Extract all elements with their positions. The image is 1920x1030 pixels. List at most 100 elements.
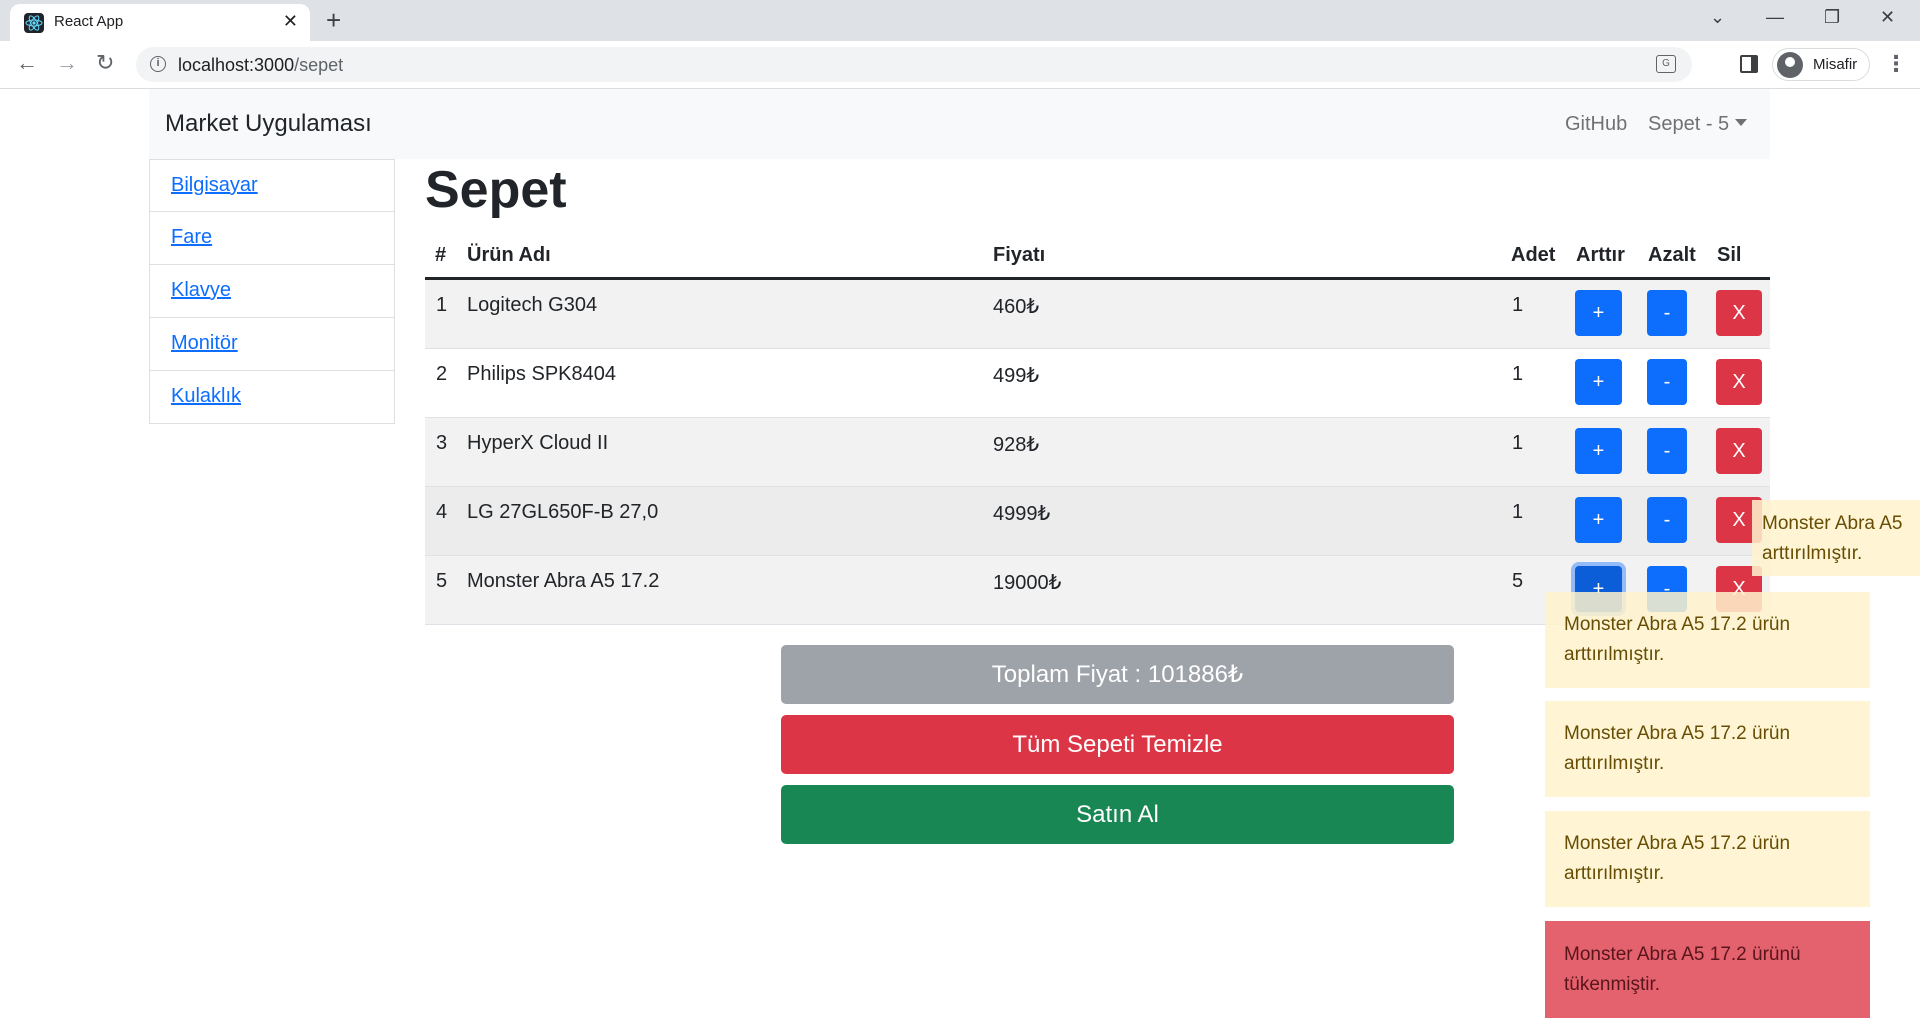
total-price-button[interactable]: Toplam Fiyat : 101886₺ — [781, 645, 1454, 704]
react-logo-icon — [24, 13, 44, 33]
toast-line: Monster Abra A5 — [1762, 513, 1903, 534]
minimize-icon[interactable]: — — [1766, 7, 1784, 28]
category-item[interactable]: Fare — [149, 212, 395, 265]
decrease-button[interactable]: - — [1647, 290, 1687, 336]
url-text: localhost:3000/sepet — [178, 55, 344, 75]
delete-button[interactable]: X — [1716, 359, 1762, 405]
product-qty: 5 — [1512, 570, 1524, 592]
product-price: 19000₺ — [993, 572, 1062, 594]
toast-line: arttırılmıştır. — [1564, 753, 1665, 774]
product-name: HyperX Cloud II — [467, 432, 609, 454]
product-name: Logitech G304 — [467, 294, 598, 316]
product-name: Philips SPK8404 — [467, 363, 616, 385]
nav-link-github[interactable]: GitHub — [1565, 113, 1627, 136]
profile-button[interactable]: Misafir — [1772, 48, 1870, 81]
toast-line: Monster Abra A5 17.2 ürünü — [1564, 944, 1801, 965]
toast-notification: Monster Abra A5 17.2 ürün arttırılmıştır… — [1545, 701, 1870, 797]
category-list: Bilgisayar Fare Klavye Monitör Kulaklık — [149, 159, 395, 424]
increase-button[interactable]: + — [1575, 428, 1622, 474]
increase-button[interactable]: + — [1575, 290, 1622, 336]
category-item[interactable]: Klavye — [149, 265, 395, 318]
close-window-icon[interactable]: ✕ — [1880, 7, 1895, 28]
address-bar[interactable]: i localhost:3000/sepet G — [136, 47, 1692, 82]
browser-tab-bar: React App ✕ + ⌄ — ❐ ✕ — [0, 0, 1920, 41]
category-item[interactable]: Bilgisayar — [149, 159, 395, 212]
row-num: 5 — [436, 570, 448, 592]
delete-button[interactable]: X — [1716, 428, 1762, 474]
toast-notification: Monster Abra A5 arttırılmıştır. — [1752, 500, 1920, 576]
product-qty: 1 — [1512, 294, 1524, 316]
increase-button[interactable]: + — [1575, 497, 1622, 543]
header-name: Ürün Adı — [467, 244, 551, 266]
toast-line: Monster Abra A5 17.2 ürün — [1564, 614, 1791, 635]
product-price: 4999₺ — [993, 503, 1051, 525]
category-link[interactable]: Monitör — [171, 332, 238, 354]
avatar-icon — [1777, 52, 1803, 78]
table-row: 1 Logitech G304 460₺ 1 + - X — [425, 280, 1770, 349]
category-item[interactable]: Monitör — [149, 318, 395, 371]
close-tab-icon[interactable]: ✕ — [283, 11, 298, 32]
toast-line: arttırılmıştır. — [1564, 863, 1665, 884]
caret-down-icon — [1735, 119, 1748, 126]
browser-toolbar: ← → ↻ i localhost:3000/sepet G Misafir ⋮ — [0, 41, 1920, 89]
decrease-button[interactable]: - — [1647, 359, 1687, 405]
toast-line: tükenmiştir. — [1564, 974, 1661, 995]
new-tab-icon[interactable]: + — [326, 5, 341, 36]
product-qty: 1 — [1512, 363, 1524, 385]
header-num: # — [435, 244, 447, 266]
header-del: Sil — [1717, 244, 1742, 266]
cart-table: # Ürün Adı Fiyatı Adet Arttır Azalt Sil … — [425, 236, 1770, 625]
product-price: 499₺ — [993, 365, 1040, 387]
site-info-icon[interactable]: i — [150, 56, 166, 72]
product-qty: 1 — [1512, 432, 1524, 454]
increase-button[interactable]: + — [1575, 359, 1622, 405]
tab-title: React App — [54, 13, 124, 30]
header-inc: Arttır — [1576, 244, 1625, 266]
browser-tab[interactable]: React App ✕ — [10, 4, 310, 41]
row-num: 3 — [436, 432, 448, 454]
toast-notification: Monster Abra A5 17.2 ürünü tükenmiştir. — [1545, 921, 1870, 1018]
tab-search-chevron-icon[interactable]: ⌄ — [1710, 7, 1725, 28]
toast-line: arttırılmıştır. — [1762, 543, 1863, 564]
delete-button[interactable]: X — [1716, 290, 1762, 336]
category-link[interactable]: Bilgisayar — [171, 174, 258, 196]
toast-notification: Monster Abra A5 17.2 ürün arttırılmıştır… — [1545, 811, 1870, 907]
toast-notification: Monster Abra A5 17.2 ürün arttırılmıştır… — [1545, 592, 1870, 688]
cart-dropdown[interactable]: Sepet - 5 — [1648, 113, 1748, 136]
profile-name: Misafir — [1813, 56, 1858, 73]
page-title: Sepet — [425, 161, 567, 219]
app-navbar: Market Uygulaması GitHub Sepet - 5 — [149, 89, 1770, 159]
forward-icon[interactable]: → — [56, 50, 78, 76]
table-row: 4 LG 27GL650F-B 27,0 4999₺ 1 + - X — [425, 487, 1770, 556]
product-name: LG 27GL650F-B 27,0 — [467, 501, 659, 523]
clear-cart-button[interactable]: Tüm Sepeti Temizle — [781, 715, 1454, 774]
brand[interactable]: Market Uygulaması — [165, 110, 372, 138]
browser-menu-icon[interactable]: ⋮ — [1885, 51, 1907, 77]
back-icon[interactable]: ← — [16, 50, 38, 76]
restore-icon[interactable]: ❐ — [1824, 7, 1840, 28]
table-row: 2 Philips SPK8404 499₺ 1 + - X — [425, 349, 1770, 418]
product-price: 928₺ — [993, 434, 1040, 456]
row-num: 1 — [436, 294, 448, 316]
category-item[interactable]: Kulaklık — [149, 371, 395, 424]
toast-line: arttırılmıştır. — [1564, 644, 1665, 665]
translate-icon[interactable]: G — [1656, 55, 1676, 73]
header-price: Fiyatı — [993, 244, 1046, 266]
header-qty: Adet — [1511, 244, 1556, 266]
row-num: 4 — [436, 501, 448, 523]
category-link[interactable]: Fare — [171, 226, 212, 248]
header-dec: Azalt — [1648, 244, 1696, 266]
toast-line: Monster Abra A5 17.2 ürün — [1564, 723, 1791, 744]
buy-button[interactable]: Satın Al — [781, 785, 1454, 844]
table-header: # Ürün Adı Fiyatı Adet Arttır Azalt Sil — [425, 236, 1770, 280]
decrease-button[interactable]: - — [1647, 428, 1687, 474]
product-qty: 1 — [1512, 501, 1524, 523]
reload-icon[interactable]: ↻ — [96, 50, 114, 76]
category-link[interactable]: Klavye — [171, 279, 231, 301]
product-name: Monster Abra A5 17.2 — [467, 570, 660, 592]
product-price: 460₺ — [993, 296, 1040, 318]
side-panel-icon[interactable] — [1740, 55, 1758, 73]
toast-line: Monster Abra A5 17.2 ürün — [1564, 833, 1791, 854]
category-link[interactable]: Kulaklık — [171, 385, 241, 407]
decrease-button[interactable]: - — [1647, 497, 1687, 543]
